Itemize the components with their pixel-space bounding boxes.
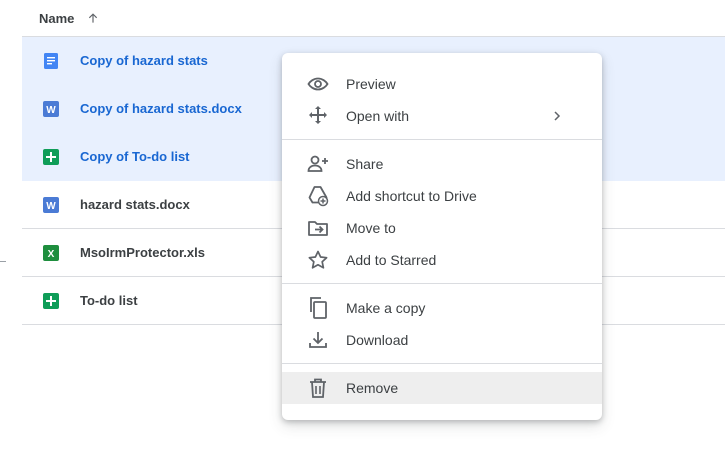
menu-item-make-copy[interactable]: Make a copy — [282, 292, 602, 324]
svg-text:W: W — [46, 201, 56, 212]
menu-item-label: Make a copy — [346, 300, 426, 316]
move-arrows-icon — [306, 104, 330, 128]
menu-item-add-shortcut[interactable]: Add shortcut to Drive — [282, 180, 602, 212]
file-name: hazard stats.docx — [80, 197, 190, 212]
file-name: Copy of To-do list — [80, 149, 190, 164]
download-icon — [306, 328, 330, 352]
menu-item-label: Download — [346, 332, 409, 348]
context-menu: Preview Open with Share Add shortcut to … — [282, 53, 602, 420]
menu-item-label: Move to — [346, 220, 396, 236]
name-header-label: Name — [39, 10, 75, 26]
trash-icon — [306, 376, 330, 400]
eye-icon — [306, 72, 330, 96]
menu-item-label: Add to Starred — [346, 252, 437, 268]
sheets-icon — [43, 292, 59, 309]
edge-tick — [0, 261, 6, 262]
file-name: Copy of hazard stats — [80, 53, 208, 68]
menu-divider — [282, 139, 602, 140]
svg-text:W: W — [46, 105, 56, 116]
menu-item-preview[interactable]: Preview — [282, 68, 602, 100]
menu-divider — [282, 283, 602, 284]
menu-item-add-starred[interactable]: Add to Starred — [282, 244, 602, 276]
drive-shortcut-icon — [306, 184, 330, 208]
file-name: To-do list — [80, 293, 138, 308]
name-column-header[interactable]: Name — [22, 0, 725, 37]
word-icon: W — [43, 196, 59, 213]
file-name: Copy of hazard stats.docx — [80, 101, 242, 116]
menu-item-open-with[interactable]: Open with — [282, 100, 602, 132]
docs-icon — [43, 52, 59, 69]
excel-icon: X — [43, 244, 59, 261]
file-name: MsoIrmProtector.xls — [80, 245, 205, 260]
menu-item-label: Remove — [346, 380, 399, 396]
menu-item-move-to[interactable]: Move to — [282, 212, 602, 244]
menu-item-download[interactable]: Download — [282, 324, 602, 356]
menu-item-share[interactable]: Share — [282, 148, 602, 180]
menu-item-label: Open with — [346, 108, 410, 124]
menu-item-label: Share — [346, 156, 384, 172]
chevron-right-icon — [550, 109, 564, 123]
arrow-up-icon[interactable] — [86, 10, 102, 26]
menu-item-label: Add shortcut to Drive — [346, 188, 477, 204]
star-icon — [306, 248, 330, 272]
sheets-icon — [43, 148, 59, 165]
copy-icon — [306, 296, 330, 320]
svg-text:X: X — [48, 249, 55, 260]
person-add-icon — [306, 152, 330, 176]
word-icon: W — [43, 100, 59, 117]
menu-divider — [282, 363, 602, 364]
folder-move-icon — [306, 216, 330, 240]
menu-item-label: Preview — [346, 76, 396, 92]
menu-item-remove[interactable]: Remove — [282, 372, 602, 404]
